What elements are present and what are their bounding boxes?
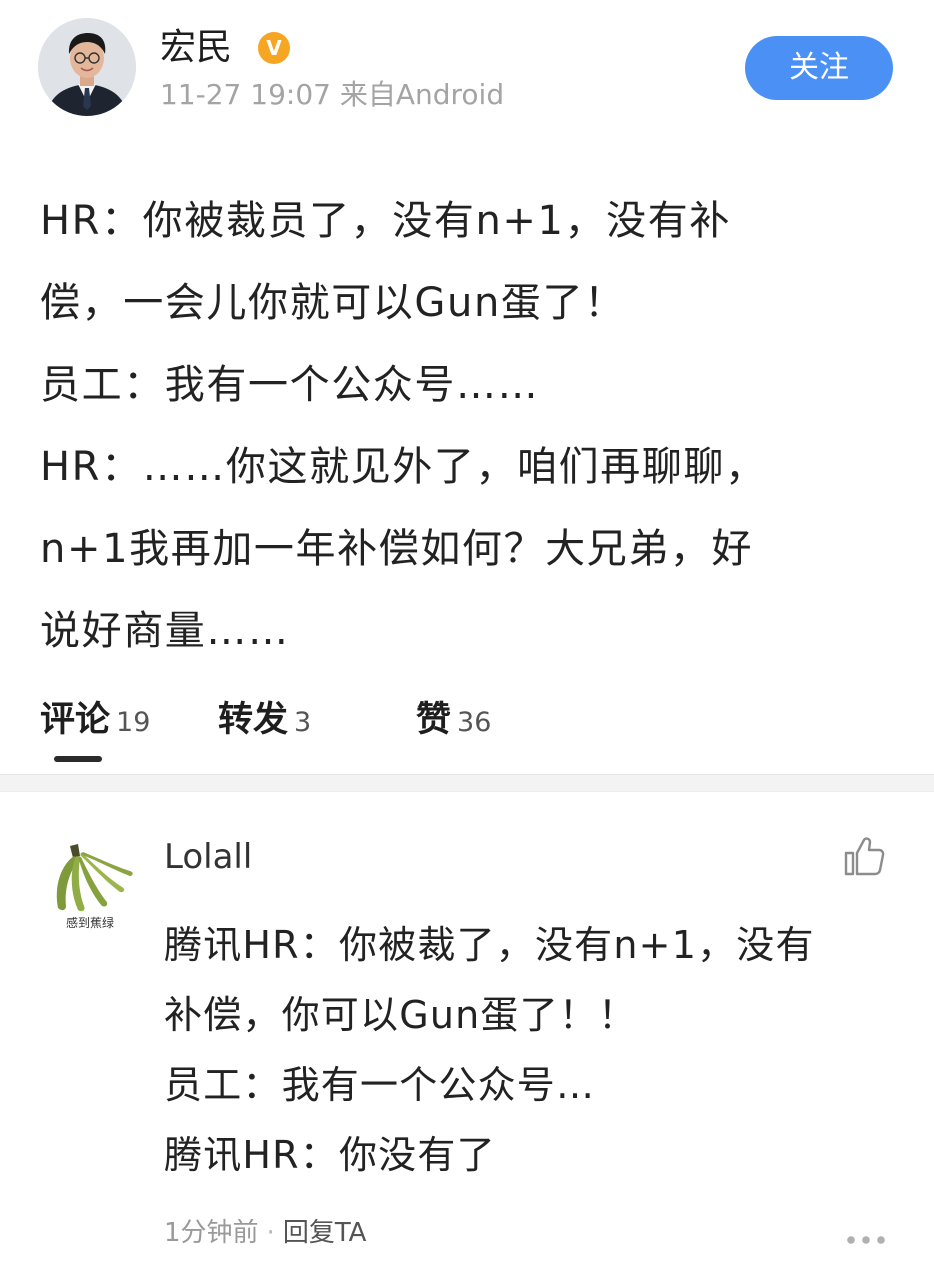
comment-text-line: 腾讯HR：你没有了 (164, 1133, 496, 1177)
author-name[interactable]: 宏民 (160, 26, 232, 70)
author-avatar[interactable] (38, 18, 136, 116)
comment-body: 腾讯HR：你被裁了，没有n+1，没有 补偿，你可以Gun蛋了！！ 员工：我有一个… (164, 910, 904, 1190)
post-text-line: n+1我再加一年补偿如何？大兄弟，好 (40, 526, 754, 572)
avatar-caption: 感到蕉绿 (65, 916, 114, 930)
tab-comments[interactable]: 评论 19 (40, 690, 150, 750)
post-meta: 11-27 19:07 来自Android (160, 78, 505, 111)
tab-reposts-count: 3 (294, 707, 312, 738)
post-text-line: HR：……你这就见外了，咱们再聊聊， (40, 444, 767, 490)
post-text-line: 偿，一会儿你就可以Gun蛋了！ (40, 280, 626, 326)
commenter-avatar[interactable]: 感到蕉绿 (40, 836, 140, 936)
comment-footer: 1分钟前 · 回复TA (164, 1216, 366, 1250)
tab-comments-label: 评论 (40, 700, 111, 740)
action-tabs: 评论 19 转发 3 赞 36 (0, 690, 934, 762)
follow-button[interactable]: 关注 (745, 36, 893, 100)
active-tab-indicator (54, 756, 102, 762)
comment-time: 1分钟前 (164, 1218, 259, 1248)
comment-text-line: 员工：我有一个公众号… (164, 1063, 596, 1107)
post-body: HR：你被裁员了，没有n+1，没有补 偿，一会儿你就可以Gun蛋了！ 员工：我有… (40, 180, 900, 672)
tab-likes-label: 赞 (416, 700, 452, 740)
comment-text-line: 腾讯HR：你被裁了，没有n+1，没有 (164, 923, 815, 967)
more-dots-icon[interactable] (846, 1230, 886, 1244)
tab-comments-count: 19 (116, 707, 151, 738)
tab-reposts[interactable]: 转发 3 (218, 690, 311, 750)
post-header: 宏民 V 11-27 19:07 来自Android 关注 (0, 0, 934, 140)
tab-likes[interactable]: 赞 36 (416, 690, 491, 750)
tab-likes-count: 36 (457, 707, 492, 738)
verified-badge-icon: V (258, 32, 290, 64)
thumbs-up-icon[interactable] (840, 832, 888, 880)
post-text-line: 员工：我有一个公众号…… (40, 362, 540, 408)
section-divider (0, 774, 934, 792)
comment-text-line: 补偿，你可以Gun蛋了！！ (164, 993, 638, 1037)
post-text-line: 说好商量…… (40, 608, 290, 654)
footer-separator: · (266, 1218, 275, 1248)
comment-author[interactable]: Lolall (164, 836, 252, 878)
comment-item: 感到蕉绿 Lolall 腾讯HR：你被裁了，没有n+1，没有 补偿，你可以Gun… (0, 800, 934, 1280)
tab-reposts-label: 转发 (218, 700, 289, 740)
post-text-line: HR：你被裁员了，没有n+1，没有补 (40, 198, 731, 244)
reply-button[interactable]: 回复TA (283, 1218, 367, 1248)
